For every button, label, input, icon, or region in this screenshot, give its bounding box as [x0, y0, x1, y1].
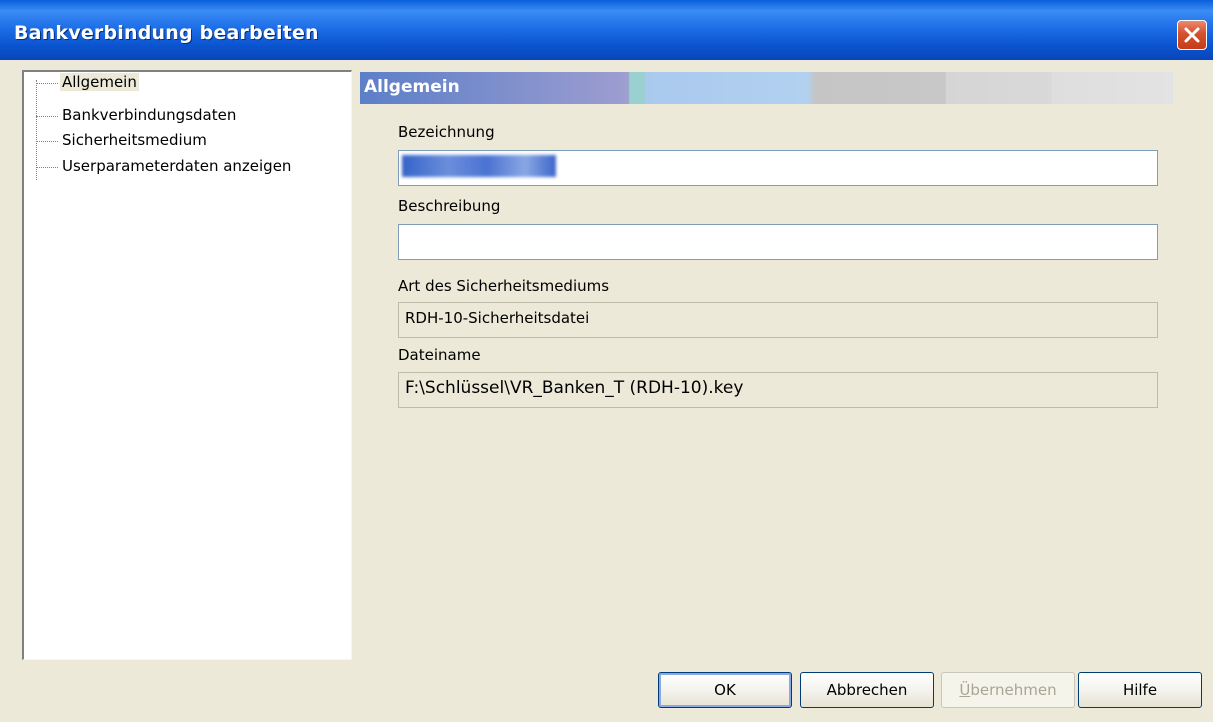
apply-mnemonic: Ü	[959, 681, 971, 699]
beschreibung-label: Beschreibung	[398, 197, 501, 215]
tree-item-label: Sicherheitsmedium	[62, 131, 207, 149]
tree-item-sicherheitsmedium[interactable]: Sicherheitsmedium	[24, 130, 344, 152]
tree-item-label: Userparameterdaten anzeigen	[62, 157, 292, 175]
tree-item-allgemein[interactable]: Allgemein	[24, 72, 344, 94]
bezeichnung-label: Bezeichnung	[398, 123, 495, 141]
navigation-tree[interactable]: Allgemein Bankverbindungsdaten Sicherhei…	[22, 70, 352, 660]
cancel-button[interactable]: Abbrechen	[800, 672, 934, 708]
apply-button[interactable]: Übernehmen	[941, 672, 1075, 708]
medium-type-value: RDH-10-Sicherheitsdatei	[398, 302, 1158, 338]
tree-branch-line	[36, 116, 58, 117]
close-button[interactable]	[1177, 20, 1207, 50]
tree-item-label: Allgemein	[60, 73, 139, 91]
beschreibung-input[interactable]	[398, 224, 1158, 260]
medium-type-label: Art des Sicherheitsmediums	[398, 277, 610, 295]
tree-branch-line	[36, 141, 58, 142]
dateiname-label: Dateiname	[398, 346, 481, 364]
redacted-selection	[402, 155, 556, 177]
section-title: Allgemein	[364, 77, 460, 97]
help-button[interactable]: Hilfe	[1078, 672, 1202, 708]
tree-branch-line	[36, 83, 58, 84]
window-title: Bankverbindung bearbeiten	[14, 22, 319, 44]
ok-button[interactable]: OK	[658, 672, 792, 708]
section-header-banner: Allgemein	[360, 72, 1173, 104]
tree-item-userparameterdaten[interactable]: Userparameterdaten anzeigen	[24, 156, 344, 178]
close-icon	[1184, 27, 1200, 43]
apply-label: bernehmen	[970, 681, 1057, 699]
tree-item-bankverbindungsdaten[interactable]: Bankverbindungsdaten	[24, 105, 344, 127]
tree-item-label: Bankverbindungsdaten	[62, 106, 237, 124]
tree-branch-line	[36, 167, 58, 168]
dateiname-value: F:\Schlüssel\VR_Banken_T (RDH-10).key	[398, 372, 1158, 408]
title-bar[interactable]: Bankverbindung bearbeiten	[0, 0, 1213, 60]
